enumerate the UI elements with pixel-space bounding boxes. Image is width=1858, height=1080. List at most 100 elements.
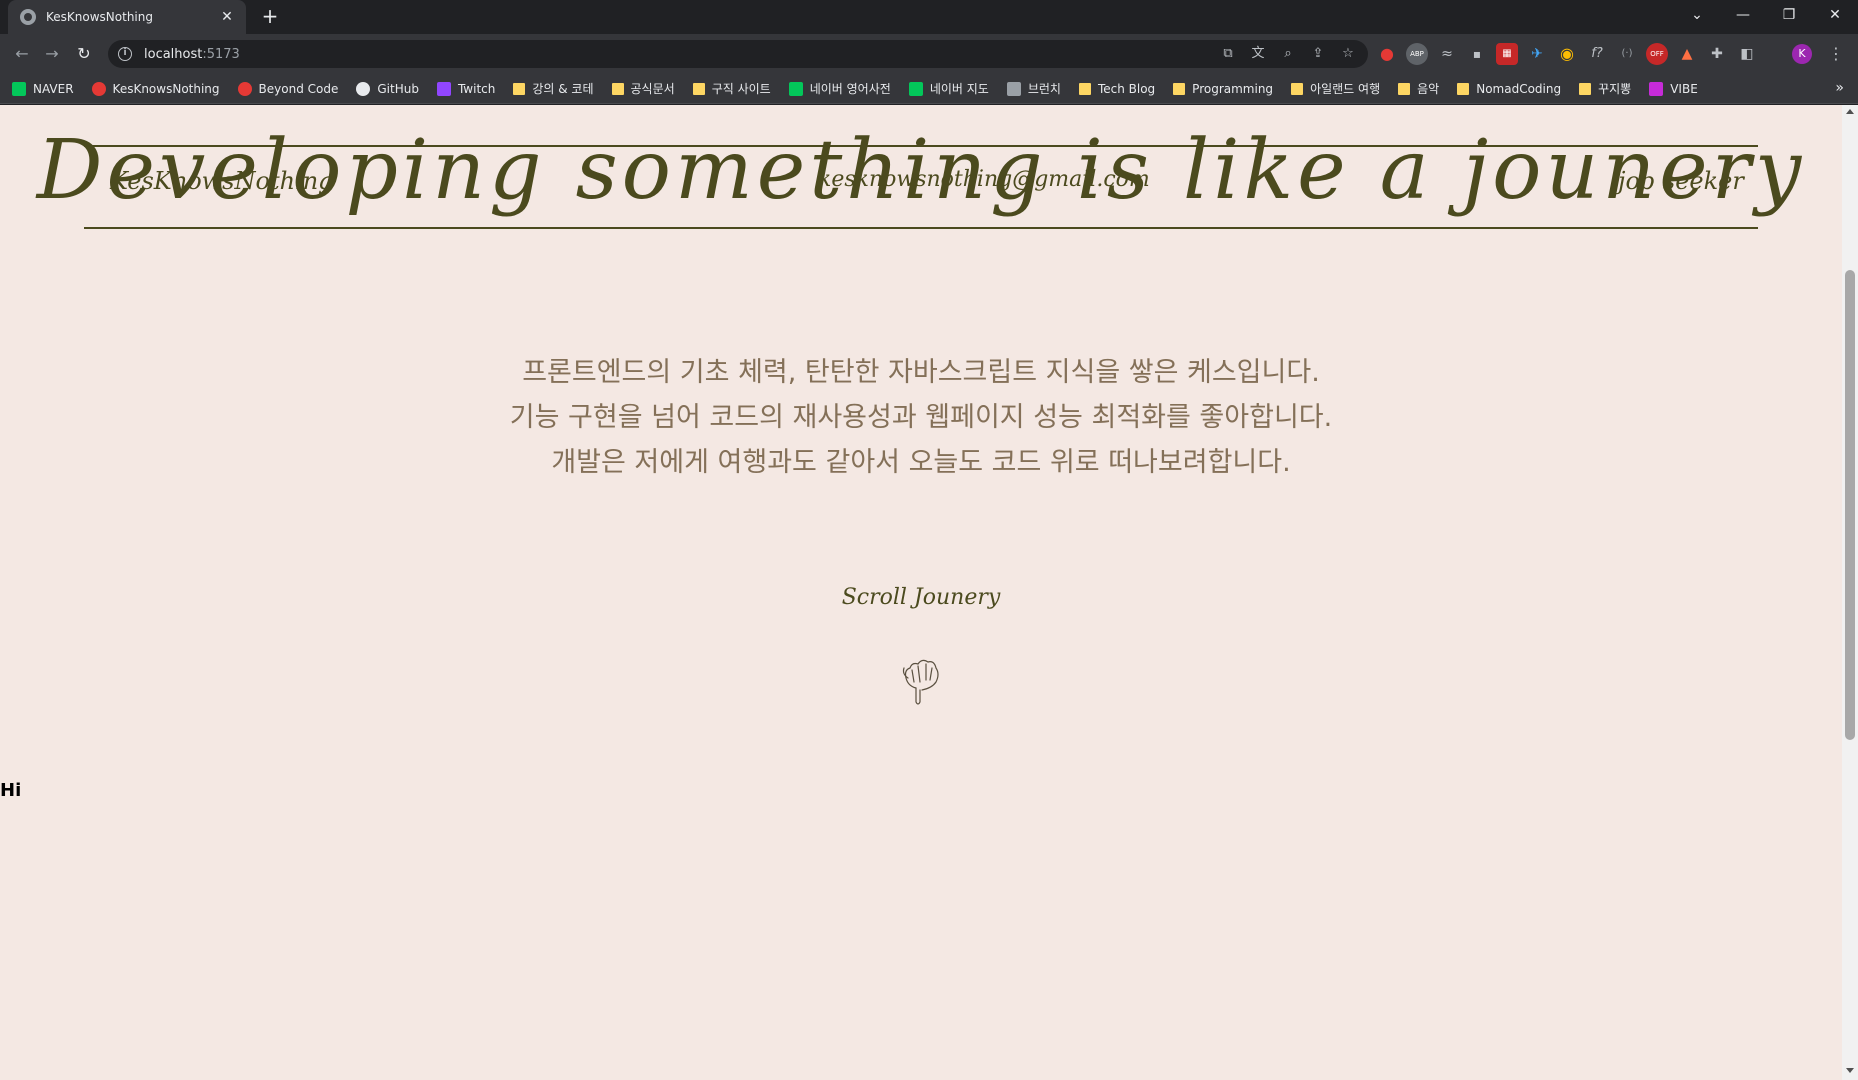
extension-wave-icon[interactable]: ≈ (1436, 43, 1458, 65)
page-scrollbar[interactable] (1842, 105, 1858, 1080)
bookmark-label: 네이버 영어사전 (809, 82, 891, 96)
intro-text: 프론트엔드의 기초 체력, 탄탄한 자바스크립트 지식을 쌓은 케스입니다. 기… (0, 350, 1842, 485)
intro-line: 프론트엔드의 기초 체력, 탄탄한 자바스크립트 지식을 쌓은 케스입니다. (522, 357, 1320, 388)
bookmark-item[interactable]: 네이버 영어사전 (788, 80, 891, 97)
extension-color-icon[interactable]: ◉ (1556, 43, 1578, 65)
map-icon (908, 81, 923, 96)
bookmark-item[interactable]: 음악 (1398, 80, 1439, 97)
twitch-icon (436, 81, 451, 96)
folder-icon (1579, 82, 1592, 95)
bookmark-item[interactable]: NomadCoding (1457, 82, 1561, 96)
extension-grid-icon[interactable]: ▦ (1496, 43, 1518, 65)
bookmark-item[interactable]: NAVER (12, 81, 74, 96)
bookmark-label: 아일랜드 여행 (1310, 82, 1381, 96)
bookmark-label: 꾸지뽕 (1598, 82, 1632, 96)
bookmark-item[interactable]: 브런치 (1006, 80, 1061, 97)
header-bottom-rule (84, 227, 1758, 229)
scroll-down-arrow-icon[interactable] (1846, 1068, 1854, 1073)
bookmark-label: NAVER (33, 81, 74, 96)
folder-icon (692, 82, 705, 95)
close-window-button[interactable]: ✕ (1812, 0, 1858, 30)
page-viewport: KesKnowsNothing kesknowsnothing@gmail.co… (0, 105, 1842, 1080)
github-icon (356, 81, 371, 96)
folder-icon (513, 82, 526, 95)
side-panel-icon[interactable]: ◧ (1736, 43, 1758, 65)
scroll-up-arrow-icon[interactable] (1846, 109, 1854, 114)
scrollbar-thumb[interactable] (1845, 270, 1855, 740)
new-tab-button[interactable]: + (258, 4, 282, 28)
share-icon[interactable]: ⇪ (1308, 44, 1328, 64)
bookmark-item[interactable]: Twitch (436, 81, 496, 96)
forward-arrow-icon[interactable]: → (40, 42, 64, 66)
extension-brackets-icon[interactable]: (·) (1616, 43, 1638, 65)
bookmark-label: GitHub (377, 81, 419, 96)
bookmark-item[interactable]: 구직 사이트 (692, 80, 771, 97)
bookmark-label: Programming (1192, 81, 1274, 96)
bookmark-label: 음악 (1417, 82, 1440, 96)
bookmark-label: 강의 & 코테 (532, 82, 594, 96)
folder-icon (1078, 82, 1091, 95)
zoom-icon[interactable]: ⌕ (1278, 44, 1298, 64)
folder-icon (611, 82, 624, 95)
browser-menu-icon[interactable]: ⋮ (1826, 42, 1846, 66)
reload-icon[interactable]: ↻ (72, 42, 96, 66)
hero-title: Developing something is like a jounery (36, 123, 1806, 218)
open-external-icon[interactable]: ⧉ (1218, 44, 1238, 64)
bookmark-label: NomadCoding (1476, 81, 1562, 96)
bookmark-label: Beyond Code (258, 81, 339, 96)
extensions-area: ● ABP ≈ ▪ ▦ ✈ ◉ f? (·) OFF ▲ ✚ ◧ (1376, 43, 1758, 65)
bookmark-item[interactable]: 네이버 지도 (908, 80, 989, 97)
site-info-icon[interactable]: i (118, 47, 132, 61)
back-arrow-icon[interactable]: ← (10, 42, 34, 66)
extension-off-icon[interactable]: OFF (1646, 43, 1668, 65)
scroll-journey-label: Scroll Jounery (841, 585, 1001, 610)
bookmark-item[interactable]: Beyond Code (237, 81, 339, 96)
bookmark-item[interactable]: 꾸지뽕 (1579, 80, 1631, 97)
extensions-puzzle-icon[interactable]: ✚ (1706, 43, 1728, 65)
bookmark-item[interactable]: Programming (1173, 82, 1273, 96)
address-bar[interactable]: i localhost:5173 ⧉ 文 ⌕ ⇪ ☆ (108, 40, 1368, 68)
vibe-icon (1649, 81, 1664, 96)
adblock-icon[interactable]: ABP (1406, 43, 1428, 65)
bookmarks-overflow-icon[interactable]: » (1835, 80, 1844, 96)
extension-fox-icon[interactable]: ▲ (1676, 43, 1698, 65)
beyond-icon (237, 81, 252, 96)
bookmark-label: Twitch (457, 81, 496, 96)
bookmarks-bar: NAVER KesKnowsNothing Beyond Code GitHub Twi… (0, 74, 1858, 104)
bookmark-item[interactable]: VIBE (1649, 81, 1698, 96)
brunch-icon (1006, 81, 1021, 96)
extension-red-icon[interactable]: ● (1376, 43, 1398, 65)
extension-bird-icon[interactable]: ✈ (1526, 43, 1548, 65)
bookmark-item[interactable]: 강의 & 코테 (513, 80, 594, 97)
formula-icon[interactable]: f? (1586, 43, 1608, 65)
tab-title: KesKnowsNothing (46, 10, 153, 24)
bookmark-star-icon[interactable]: ☆ (1338, 44, 1358, 64)
tab-close-icon[interactable]: ✕ (218, 9, 236, 25)
bookmark-label: Tech Blog (1097, 81, 1156, 96)
folder-icon (1457, 82, 1470, 95)
bookmark-label: KesKnowsNothing (112, 81, 220, 96)
restore-button[interactable]: ❐ (1766, 0, 1812, 30)
intro-line: 개발은 저에게 여행과도 같아서 오늘도 코드 위로 떠나보려합니다. (551, 447, 1291, 478)
bookmark-label: 구직 사이트 (711, 82, 771, 96)
bookmark-item[interactable]: GitHub (356, 81, 419, 96)
minimize-button[interactable]: — (1720, 0, 1766, 30)
extension-dot-icon[interactable]: ▪ (1466, 43, 1488, 65)
bookmark-item[interactable]: 공식문서 (611, 80, 675, 97)
bookmark-label: VIBE (1670, 81, 1698, 96)
translate-icon[interactable]: 文 (1248, 44, 1268, 64)
tab-search-icon[interactable]: ⌄ (1674, 0, 1720, 30)
pointing-hand-icon (902, 659, 939, 705)
folder-icon (1291, 82, 1304, 95)
bookmark-item[interactable]: KesKnowsNothing (91, 81, 220, 96)
dictionary-icon (788, 81, 803, 96)
bookmark-item[interactable]: 아일랜드 여행 (1291, 80, 1380, 97)
bookmark-item[interactable]: Tech Blog (1078, 81, 1156, 96)
profile-avatar[interactable]: K (1792, 44, 1812, 64)
tab-kesknowsnothing[interactable]: KesKnowsNothing ✕ (8, 0, 246, 34)
browser-toolbar: ← → ↻ i localhost:5173 ⧉ 文 ⌕ ⇪ ☆ ● ABP ≈… (0, 34, 1858, 74)
folder-icon (1398, 82, 1411, 95)
hi-text: Hi (0, 780, 22, 801)
tab-strip: KesKnowsNothing ✕ + ⌄ — ❐ ✕ (0, 0, 1858, 34)
bookmark-label: 브런치 (1027, 82, 1061, 96)
